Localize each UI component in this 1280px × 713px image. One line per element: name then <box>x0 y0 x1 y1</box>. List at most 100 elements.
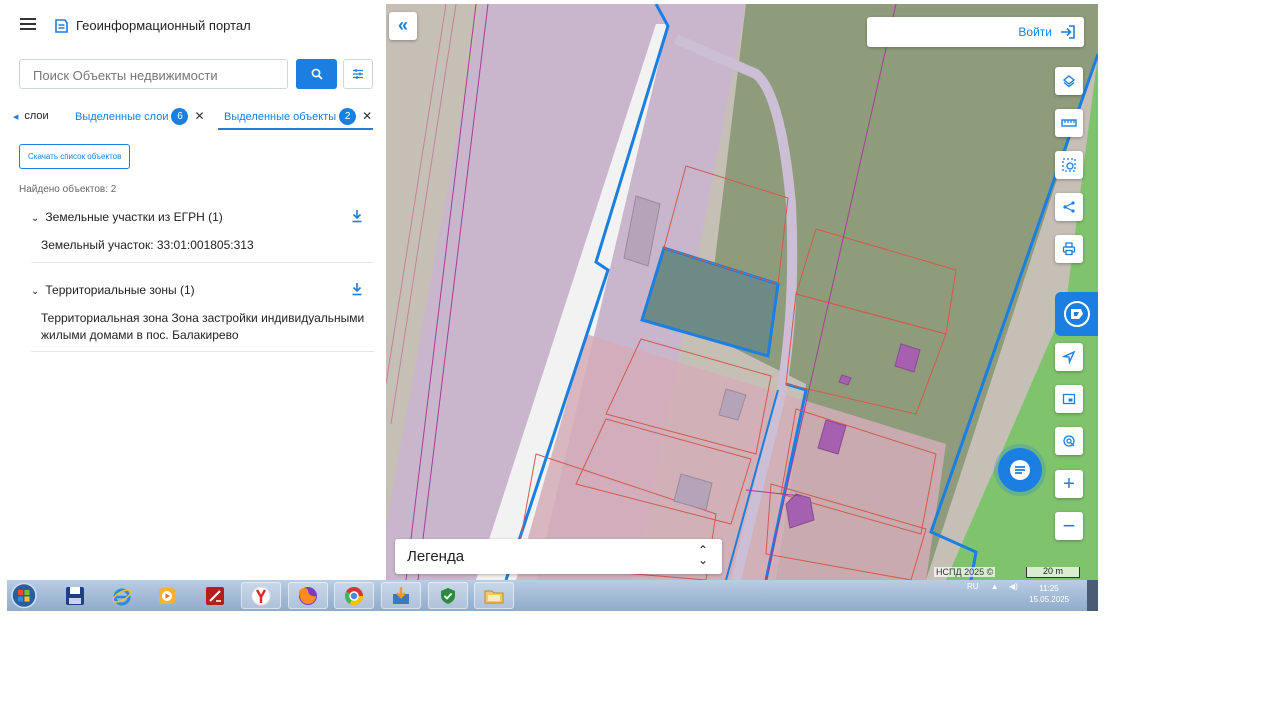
list-item[interactable]: Территориальная зона Зона застройки инди… <box>31 310 374 352</box>
selected-objects-count-badge: 2 <box>339 108 357 125</box>
selected-layers-count-badge: 6 <box>171 108 189 125</box>
collapse-panel-button[interactable]: « <box>389 12 417 40</box>
minimap-button[interactable] <box>1055 385 1083 413</box>
app-title: Геоинформационный портал <box>76 18 251 33</box>
portal-logo-icon <box>55 19 68 33</box>
shield-app-icon <box>441 587 455 604</box>
found-count-text: Найдено объектов: 2 <box>19 184 117 195</box>
download-app-icon <box>393 586 409 604</box>
left-panel: Геоинформационный портал ◀ слои Выделенны… <box>7 4 386 580</box>
download-icon[interactable] <box>351 282 363 296</box>
folder-icon <box>484 590 504 603</box>
download-list-button[interactable]: Скачать список объектов <box>19 144 131 169</box>
search-box <box>19 59 288 90</box>
legend-label: Легенда <box>407 548 465 565</box>
legend-dropdown[interactable]: Легенда ⌃ ⌄ <box>395 539 722 574</box>
windows-start-button[interactable] <box>9 581 41 610</box>
select-area-icon <box>1062 158 1076 172</box>
group-land-plots[interactable]: ⌄ Земельные участки из ЕГРН (1) <box>31 210 223 224</box>
clock[interactable]: 11:25 15.05.2025 <box>1029 583 1069 605</box>
layers-icon <box>1062 75 1076 88</box>
taskbar-folder-app[interactable] <box>474 582 514 609</box>
chat-icon <box>1010 460 1030 480</box>
system-tray: RU ▲ ◀) <box>967 582 1018 591</box>
ruler-icon <box>1061 119 1077 127</box>
login-icon <box>1061 25 1075 39</box>
search-input[interactable] <box>31 60 285 90</box>
territorial-zone-item-text: Территориальная зона Зона застройки инди… <box>41 311 365 342</box>
nspd-brand-icon <box>1063 301 1090 327</box>
close-icon[interactable]: ✕ <box>362 109 372 123</box>
yandex-browser-icon <box>251 586 271 605</box>
chevron-left-icon: ◀ <box>13 114 19 121</box>
share-button[interactable] <box>1055 193 1083 221</box>
taskbar-pdf-app[interactable] <box>195 582 235 609</box>
zoom-out-icon: − <box>1062 513 1076 538</box>
taskbar-media-app[interactable] <box>147 582 187 609</box>
chat-button[interactable] <box>998 448 1042 492</box>
tab-selected-objects-label: Выделенные объекты <box>224 111 337 123</box>
panel-header: Геоинформационный портал <box>7 4 386 48</box>
map-canvas[interactable] <box>386 4 1098 580</box>
taskbar-download-app[interactable] <box>381 582 421 609</box>
layers-button[interactable] <box>1055 67 1083 95</box>
zoom-in-button[interactable]: + <box>1055 470 1083 498</box>
filter-button[interactable] <box>343 59 373 89</box>
land-plot-item-text: Земельный участок: 33:01:001805:313 <box>41 238 254 252</box>
search-button[interactable] <box>296 59 337 89</box>
scale-bar: 20 m <box>1026 567 1080 578</box>
locate-button[interactable] <box>1055 343 1083 371</box>
tab-selected-objects[interactable]: Выделенные объекты 2 ✕ <box>218 102 373 130</box>
tab-layers[interactable]: ◀ слои <box>13 102 49 130</box>
taskbar-shield-app[interactable] <box>428 582 468 609</box>
chrome-icon <box>344 586 363 605</box>
chevron-updown-icon: ⌃ ⌄ <box>697 543 708 567</box>
search-icon <box>311 68 323 80</box>
windows-start-icon <box>11 582 37 609</box>
close-icon[interactable]: ✕ <box>194 109 204 123</box>
taskbar-ie-app[interactable] <box>102 582 142 609</box>
zoom-out-button[interactable]: − <box>1055 512 1083 540</box>
taskbar: RU ▲ ◀) 11:25 15.05.2025 <box>7 580 1098 611</box>
hamburger-icon[interactable] <box>20 18 36 30</box>
download-icon[interactable] <box>351 209 363 223</box>
login-button[interactable]: Войти <box>867 17 1084 47</box>
geolocation-button[interactable] <box>1055 427 1083 455</box>
taskbar-firefox-app[interactable] <box>288 582 328 609</box>
save-icon <box>66 586 84 605</box>
clock-date: 15.05.2025 <box>1029 595 1070 604</box>
group-territorial-zones[interactable]: ⌄ Территориальные зоны (1) <box>31 283 195 297</box>
internet-explorer-icon <box>112 588 132 605</box>
taskbar-save-app[interactable] <box>55 582 95 609</box>
clock-time: 11:25 <box>1039 584 1059 593</box>
share-icon <box>1063 201 1075 213</box>
language-indicator[interactable]: RU <box>967 582 979 591</box>
tab-selected-layers[interactable]: Выделенные слои 6 ✕ <box>75 102 205 130</box>
volume-icon[interactable]: ◀) <box>1009 582 1018 591</box>
group-territorial-zones-title: Территориальные зоны (1) <box>45 283 195 297</box>
taskbar-chrome-app[interactable] <box>334 582 374 609</box>
login-label: Войти <box>1018 25 1052 39</box>
nspd-brand-button[interactable] <box>1055 292 1098 336</box>
double-chevron-left-icon: « <box>397 15 408 35</box>
filter-sliders-icon <box>353 69 363 79</box>
show-desktop-button[interactable] <box>1087 580 1098 611</box>
media-player-icon <box>159 587 175 604</box>
tab-layers-label: слои <box>24 110 49 122</box>
locate-icon <box>1062 350 1076 364</box>
pdf-icon <box>206 586 224 605</box>
select-area-button[interactable] <box>1055 151 1083 179</box>
tab-selected-layers-label: Выделенные слои <box>75 111 169 123</box>
ruler-button[interactable] <box>1055 109 1083 137</box>
zoom-in-icon: + <box>1063 473 1075 495</box>
map-view[interactable]: « Войти + − Легенда ⌃ ⌄ НСПД 2025 © 20 m <box>386 4 1098 580</box>
print-button[interactable] <box>1055 235 1083 263</box>
tray-expand-icon[interactable]: ▲ <box>991 582 999 591</box>
chevron-down-icon: ⌄ <box>31 286 40 297</box>
minimap-icon <box>1062 393 1076 405</box>
tab-bar: ◀ слои Выделенные слои 6 ✕ Выделенные объек… <box>7 102 386 132</box>
taskbar-yandex-app[interactable] <box>241 582 281 609</box>
chevron-down-icon: ⌄ <box>31 213 40 224</box>
print-icon <box>1062 242 1076 256</box>
list-item[interactable]: Земельный участок: 33:01:001805:313 <box>31 237 374 263</box>
